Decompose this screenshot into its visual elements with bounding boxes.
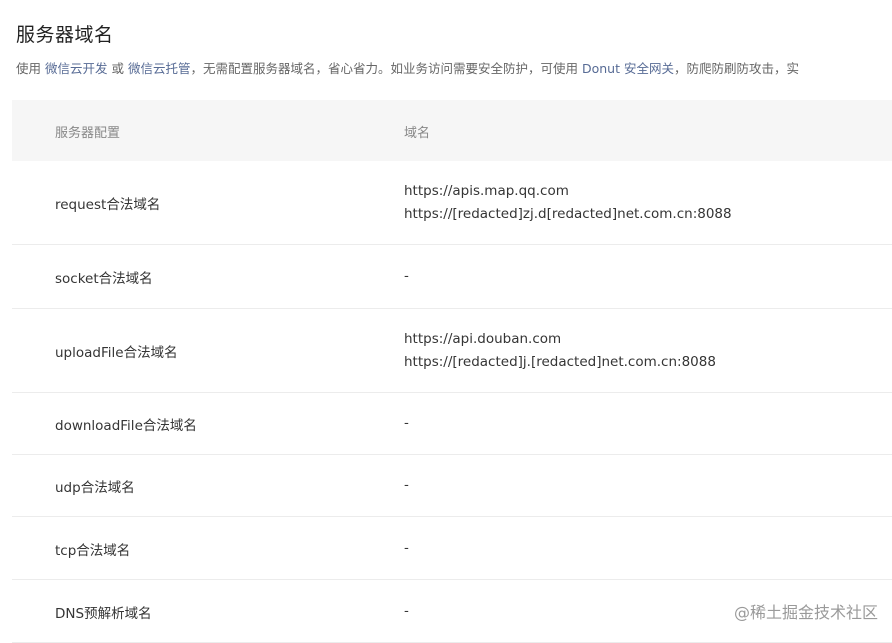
page-description: 使用 微信云开发 或 微信云托管，无需配置服务器域名，省心省力。如业务访问需要安… <box>16 58 799 77</box>
table-row: udp合法域名 - <box>12 455 892 517</box>
config-name: socket合法域名 <box>55 271 153 287</box>
desc-mid1: 或 <box>107 61 128 76</box>
domain-settings-page: 服务器域名 使用 微信云开发 或 微信云托管，无需配置服务器域名，省心省力。如业… <box>0 0 892 643</box>
config-name: uploadFile合法域名 <box>55 345 178 361</box>
domain-value: https://apis.map.qq.com <box>404 183 569 199</box>
desc-mid2: ，无需配置服务器域名，省心省力。如业务访问需要安全防护，可使用 <box>190 61 582 76</box>
cloud-hosting-link[interactable]: 微信云托管 <box>128 61 191 76</box>
domain-value: https://[redacted]zj.d[redacted]net.com.… <box>404 206 732 222</box>
table-body: request合法域名 https://apis.map.qq.com https:… <box>12 161 892 643</box>
donut-gateway-link[interactable]: Donut 安全网关 <box>582 61 674 76</box>
config-name: tcp合法域名 <box>55 543 131 559</box>
domain-value: https://[redacted]j.[redacted]net.com.cn… <box>404 354 716 370</box>
table-row: downloadFile合法域名 - <box>12 393 892 455</box>
header-config: 服务器配置 <box>55 126 121 141</box>
table-row: request合法域名 https://apis.map.qq.com https:… <box>12 161 892 245</box>
domain-value: - <box>404 540 409 556</box>
domain-value: - <box>404 477 409 493</box>
cloud-dev-link[interactable]: 微信云开发 <box>45 61 108 76</box>
domain-values: - <box>404 412 409 435</box>
domain-values: https://api.douban.com https://[redacted]… <box>404 328 716 374</box>
config-name: udp合法域名 <box>55 480 135 496</box>
header-domain: 域名 <box>404 126 431 141</box>
config-name: DNS预解析域名 <box>55 606 152 622</box>
domain-table: 服务器配置 域名 request合法域名 https://apis.map.qq.… <box>12 100 892 643</box>
domain-value: - <box>404 603 409 619</box>
desc-prefix: 使用 <box>16 61 45 76</box>
table-header: 服务器配置 域名 <box>12 100 892 161</box>
domain-values: - <box>404 265 409 288</box>
domain-value: - <box>404 268 409 284</box>
table-row: socket合法域名 - <box>12 245 892 309</box>
domain-values: - <box>404 537 409 560</box>
table-row: tcp合法域名 - <box>12 517 892 580</box>
desc-suffix: ，防爬防刷防攻击，实 <box>673 61 799 76</box>
table-row: uploadFile合法域名 https://api.douban.com http… <box>12 309 892 393</box>
domain-value: - <box>404 415 409 431</box>
config-name: downloadFile合法域名 <box>55 418 197 434</box>
domain-values: - <box>404 600 409 623</box>
page-title: 服务器域名 <box>16 24 114 46</box>
domain-values: - <box>404 474 409 497</box>
domain-value: https://api.douban.com <box>404 331 562 347</box>
domain-values: https://apis.map.qq.com https://[redacted… <box>404 180 732 226</box>
watermark: @稀土掘金技术社区 <box>733 603 878 622</box>
config-name: request合法域名 <box>55 197 161 213</box>
